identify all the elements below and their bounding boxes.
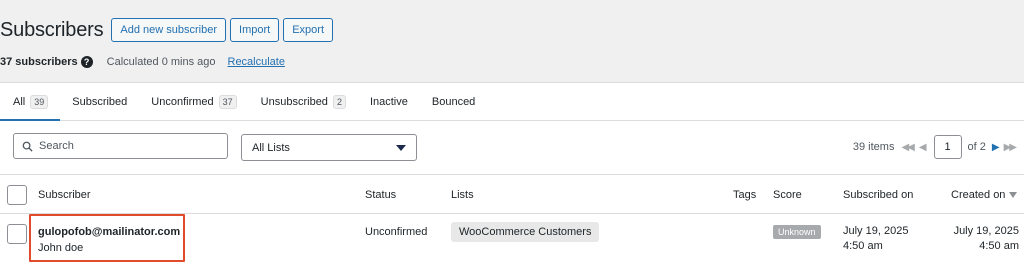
page-number-input[interactable]: 1	[933, 135, 962, 159]
tab-count: 2	[332, 94, 346, 109]
column-lists[interactable]: Lists	[451, 175, 474, 214]
subscriber-email[interactable]: gulopofob@mailinator.com	[38, 226, 180, 238]
tab-label: Bounced	[431, 95, 476, 108]
tab-subscribed[interactable]: Subscribed	[60, 83, 139, 120]
tab-bounced[interactable]: Bounced	[420, 83, 487, 120]
recalculate-link[interactable]: Recalculate	[228, 56, 285, 68]
created-on-cell: July 19, 2025 4:50 am	[954, 224, 1019, 254]
column-score[interactable]: Score	[773, 175, 802, 214]
score-cell: Unknown	[773, 225, 821, 239]
tab-all[interactable]: All 39	[0, 83, 61, 121]
table-header: Subscriber Status Lists Tags Score Subsc…	[0, 175, 1024, 214]
last-page-icon[interactable]: ▶▶	[1004, 142, 1017, 153]
column-tags[interactable]: Tags	[733, 175, 756, 214]
tab-count: 39	[30, 94, 49, 109]
tab-unconfirmed[interactable]: Unconfirmed 37	[139, 83, 248, 120]
score-badge: Unknown	[773, 225, 821, 239]
chevron-down-icon	[396, 144, 406, 151]
tab-label: Subscribed	[72, 95, 128, 108]
tab-label: All	[13, 95, 26, 108]
calculated-text: Calculated 0 mins ago	[106, 56, 216, 68]
help-icon[interactable]: ?	[80, 56, 93, 68]
subscribers-panel: All 39 Subscribed Unconfirmed 37 Unsubsc…	[0, 82, 1024, 278]
column-status[interactable]: Status	[365, 175, 396, 214]
tab-label: Unconfirmed	[151, 95, 214, 108]
table-row[interactable]: gulopofob@mailinator.com John doe Unconf…	[0, 214, 1024, 278]
import-button[interactable]: Import	[230, 18, 280, 42]
tab-label: Unsubscribed	[260, 95, 328, 108]
items-count: 39 items	[852, 141, 895, 153]
select-all-cell	[7, 175, 27, 214]
lists-cell: WooCommerce Customers	[451, 222, 600, 242]
subscriber-cell: gulopofob@mailinator.com John doe	[38, 226, 180, 254]
subscriber-count: 37 subscribers	[0, 56, 78, 68]
subscriber-name: John doe	[38, 242, 84, 254]
search-field[interactable]	[13, 133, 228, 159]
tab-count: 37	[218, 94, 237, 109]
column-subscribed-on[interactable]: Subscribed on	[843, 175, 913, 214]
next-page-icon[interactable]: ▶	[992, 142, 1000, 153]
subscriber-summary: 37 subscribers ? Calculated 0 mins ago R…	[0, 56, 285, 68]
tab-label: Inactive	[369, 95, 408, 108]
status-tabs: All 39 Subscribed Unconfirmed 37 Unsubsc…	[0, 83, 1024, 121]
add-subscriber-button[interactable]: Add new subscriber	[111, 18, 227, 42]
export-button[interactable]: Export	[283, 18, 333, 42]
row-select-cell	[7, 224, 27, 244]
subscribed-date: July 19, 2025	[843, 225, 909, 237]
column-subscriber[interactable]: Subscriber	[38, 175, 91, 214]
select-all-checkbox[interactable]	[7, 184, 27, 205]
filter-bar: All Lists 39 items ◀◀ ◀ 1 of 2 ▶ ▶▶	[0, 121, 1024, 175]
subscribed-time: 4:50 am	[843, 240, 883, 252]
sort-desc-icon	[1009, 191, 1018, 198]
page-header: Subscribers Add new subscriber Import Ex…	[0, 16, 337, 44]
page-title: Subscribers	[0, 18, 104, 41]
subscribed-on-cell: July 19, 2025 4:50 am	[843, 224, 908, 254]
list-filter-value: All Lists	[252, 141, 290, 154]
column-label: Created on	[951, 188, 1006, 201]
created-time: 4:50 am	[979, 240, 1019, 252]
row-checkbox[interactable]	[7, 224, 27, 244]
list-filter-select[interactable]: All Lists	[241, 134, 417, 161]
created-date: July 19, 2025	[953, 225, 1019, 237]
tab-inactive[interactable]: Inactive	[358, 83, 420, 120]
first-page-icon: ◀◀	[901, 141, 914, 153]
search-icon	[22, 141, 33, 152]
prev-page-icon: ◀	[918, 141, 927, 153]
column-created-on[interactable]: Created on	[951, 175, 1018, 214]
status-cell: Unconfirmed	[365, 226, 428, 238]
list-tag: WooCommerce Customers	[451, 222, 600, 242]
search-input[interactable]	[39, 140, 209, 152]
page-total: of 2	[967, 141, 986, 153]
pagination: 39 items ◀◀ ◀ 1 of 2 ▶ ▶▶	[853, 135, 1018, 159]
tab-unsubscribed[interactable]: Unsubscribed 2	[249, 83, 358, 120]
